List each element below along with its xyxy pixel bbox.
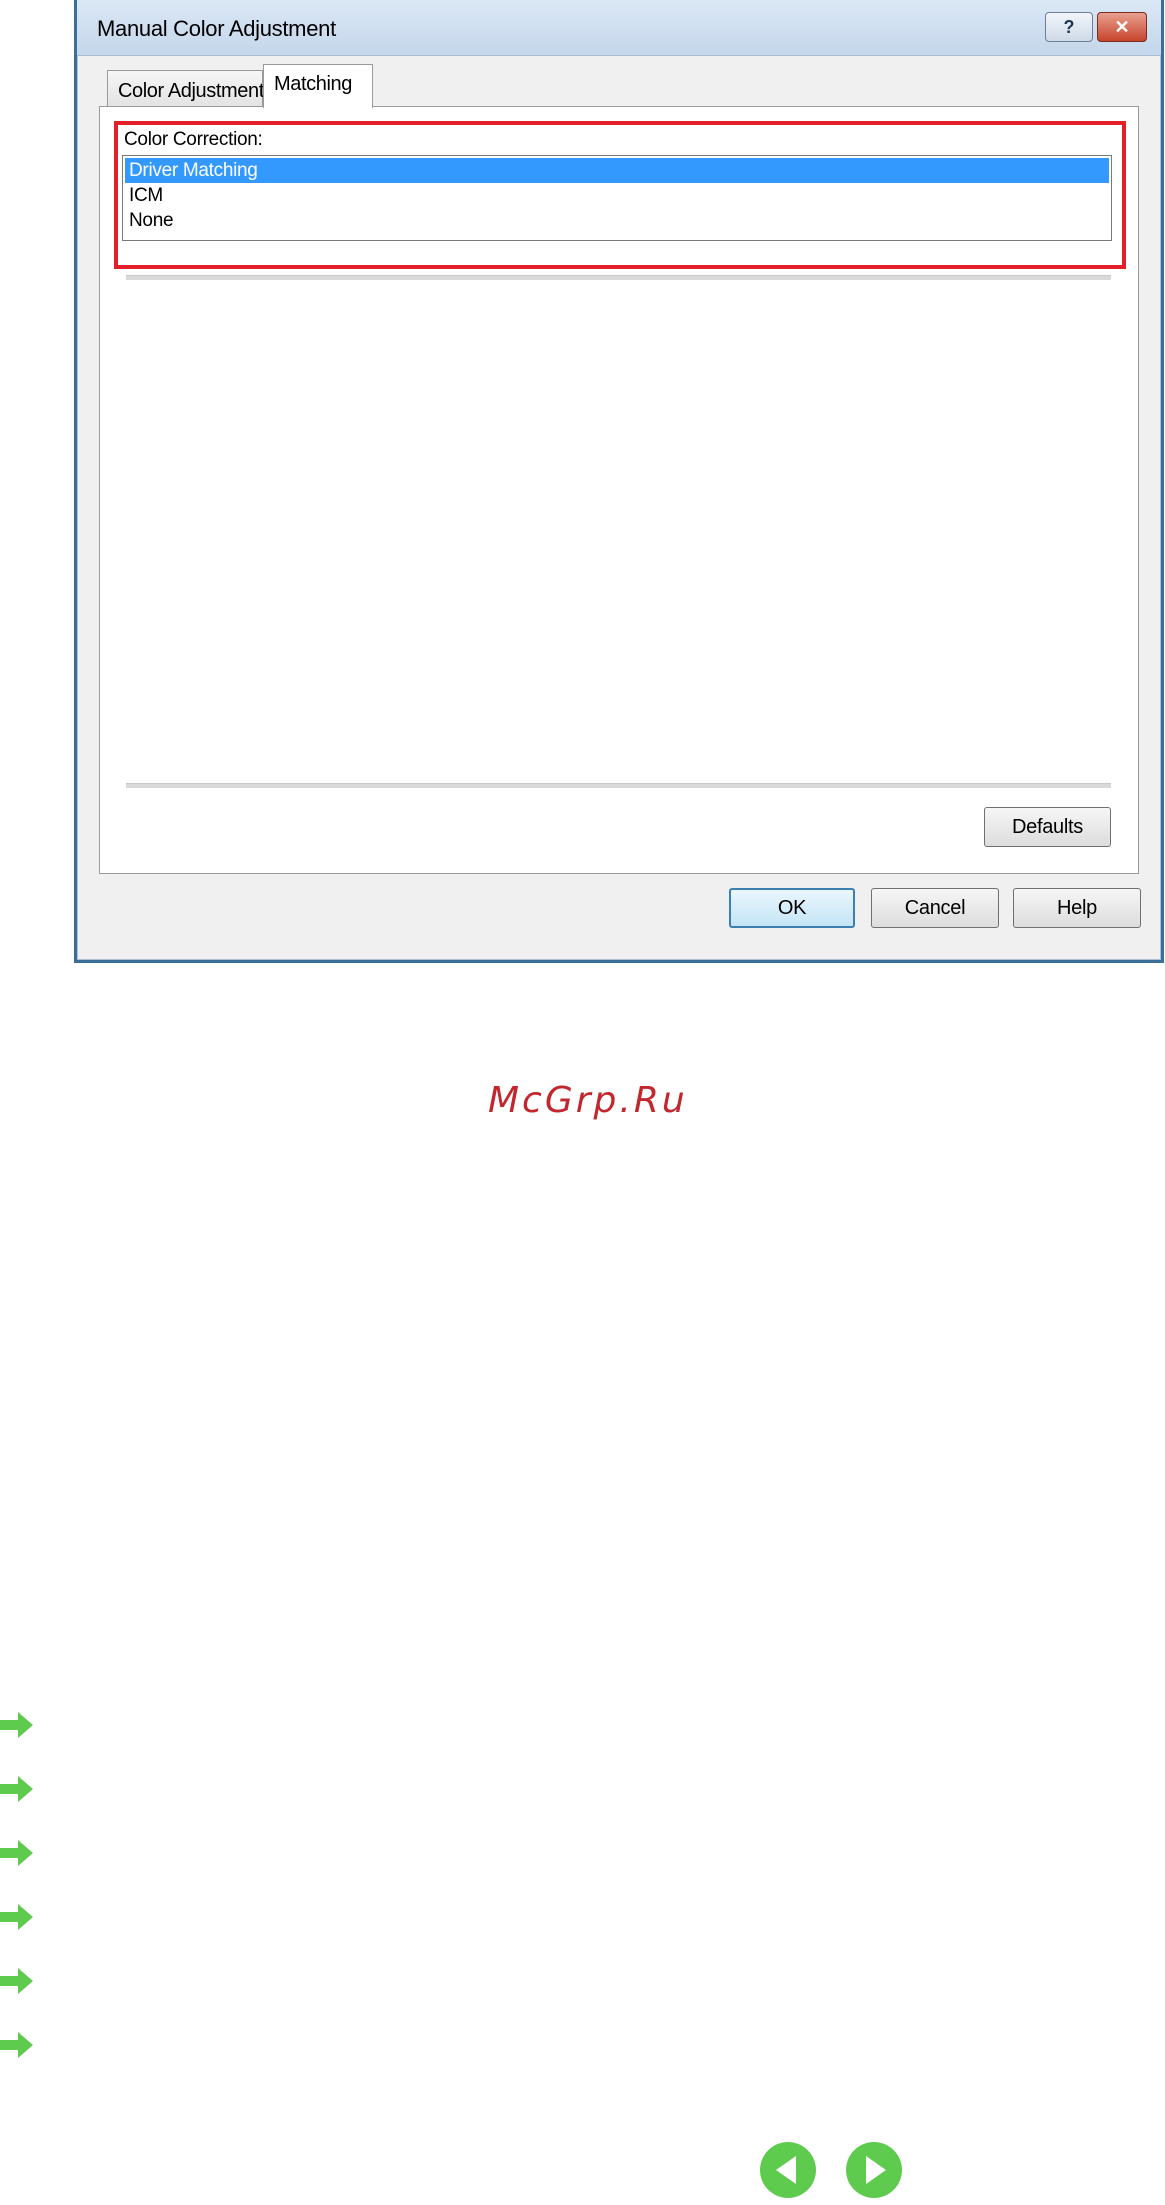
separator-top (126, 275, 1111, 280)
right-arrow-icon[interactable] (0, 1838, 34, 1868)
next-page-icon[interactable] (844, 2140, 904, 2200)
close-icon: ✕ (1114, 16, 1130, 37)
arrow-link-list (0, 1710, 34, 2094)
previous-page-icon[interactable] (758, 2140, 818, 2200)
ok-button[interactable]: OK (729, 888, 855, 928)
right-arrow-icon[interactable] (0, 1966, 34, 1996)
right-arrow-icon[interactable] (0, 1902, 34, 1932)
title-bar: Manual Color Adjustment ? ✕ (77, 0, 1161, 56)
title-close-button[interactable]: ✕ (1097, 12, 1147, 42)
color-correction-listbox[interactable]: Driver Matching ICM None (122, 155, 1112, 241)
right-arrow-icon[interactable] (0, 2030, 34, 2060)
right-arrow-icon[interactable] (0, 1710, 34, 1740)
list-item-none[interactable]: None (125, 208, 1109, 233)
cancel-button[interactable]: Cancel (871, 888, 999, 928)
tab-matching[interactable]: Matching (263, 64, 373, 108)
help-button[interactable]: Help (1013, 888, 1141, 928)
color-correction-label: Color Correction: (124, 129, 263, 150)
separator-bottom (126, 783, 1111, 788)
defaults-button[interactable]: Defaults (984, 807, 1111, 847)
right-arrow-icon[interactable] (0, 1774, 34, 1804)
watermark-text: McGrp.Ru (488, 1080, 688, 1121)
tab-color-adjustment[interactable]: Color Adjustment (107, 70, 264, 106)
list-item-icm[interactable]: ICM (125, 183, 1109, 208)
title-help-button[interactable]: ? (1045, 12, 1093, 42)
manual-color-adjustment-dialog: Manual Color Adjustment ? ✕ Color Adjust… (74, 0, 1164, 963)
dialog-title: Manual Color Adjustment (97, 16, 336, 41)
help-icon: ? (1063, 16, 1075, 37)
list-item-driver-matching[interactable]: Driver Matching (125, 158, 1109, 183)
matching-tab-panel: Color Correction: Driver Matching ICM No… (99, 106, 1139, 874)
